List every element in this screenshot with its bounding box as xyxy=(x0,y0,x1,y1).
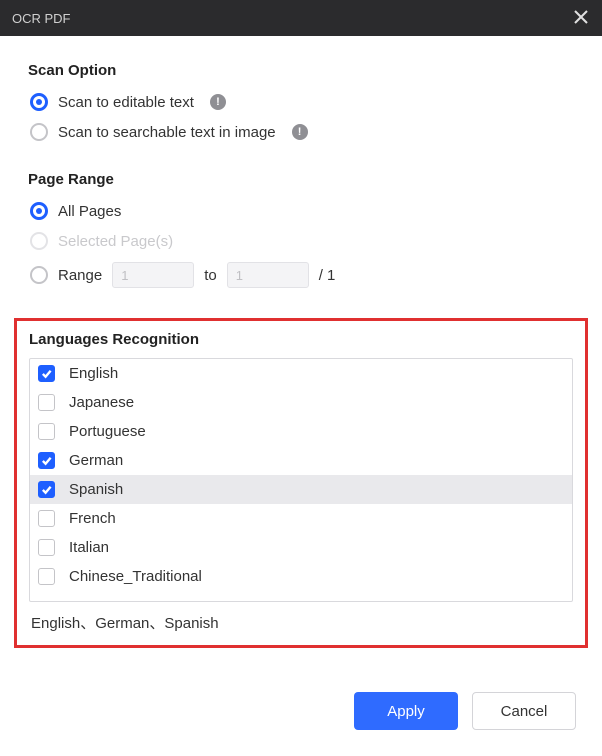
language-label: English xyxy=(69,365,118,382)
range-to-label: to xyxy=(204,267,217,284)
language-label: Spanish xyxy=(69,481,123,498)
cancel-button[interactable]: Cancel xyxy=(472,692,576,730)
page-range-selected-row: Selected Page(s) xyxy=(28,232,574,250)
language-label: Portuguese xyxy=(69,423,146,440)
close-button[interactable] xyxy=(572,9,590,27)
language-checkbox[interactable] xyxy=(38,539,55,556)
close-icon xyxy=(574,10,588,27)
language-row[interactable]: English xyxy=(30,359,572,388)
radio-scan-searchable-label: Scan to searchable text in image xyxy=(58,124,276,141)
page-range-all-row[interactable]: All Pages xyxy=(28,202,574,220)
dialog-content: Scan Option Scan to editable text ! Scan… xyxy=(0,36,602,670)
page-range-title: Page Range xyxy=(28,171,574,188)
apply-button[interactable]: Apply xyxy=(354,692,458,730)
language-checkbox[interactable] xyxy=(38,568,55,585)
language-label: Japanese xyxy=(69,394,134,411)
scan-option-editable-row[interactable]: Scan to editable text ! xyxy=(28,93,574,111)
info-icon[interactable]: ! xyxy=(292,124,308,140)
radio-all-pages-label: All Pages xyxy=(58,203,121,220)
radio-range[interactable] xyxy=(30,266,48,284)
radio-scan-editable-label: Scan to editable text xyxy=(58,94,194,111)
language-checkbox[interactable] xyxy=(38,394,55,411)
languages-listbox[interactable]: English Japanese Portuguese German Spanish Fr… xyxy=(29,358,573,602)
languages-section-highlight: Languages Recognition English Japanese Por… xyxy=(14,318,588,648)
radio-selected-pages-label: Selected Page(s) xyxy=(58,233,173,250)
radio-scan-searchable[interactable] xyxy=(30,123,48,141)
info-icon[interactable]: ! xyxy=(210,94,226,110)
language-label: German xyxy=(69,452,123,469)
language-checkbox[interactable] xyxy=(38,365,55,382)
language-label: Chinese_Traditional xyxy=(69,568,202,585)
language-row[interactable]: Italian xyxy=(30,533,572,562)
language-row[interactable]: German xyxy=(30,446,572,475)
language-row[interactable]: Portuguese xyxy=(30,417,572,446)
scan-option-searchable-row[interactable]: Scan to searchable text in image ! xyxy=(28,123,574,141)
language-checkbox[interactable] xyxy=(38,423,55,440)
range-to-input[interactable] xyxy=(227,262,309,288)
scan-option-title: Scan Option xyxy=(28,62,574,79)
language-row[interactable]: Japanese xyxy=(30,388,572,417)
page-range-custom-row[interactable]: Range to / 1 xyxy=(28,262,574,288)
radio-scan-editable[interactable] xyxy=(30,93,48,111)
languages-summary: English、German、Spanish xyxy=(29,602,573,633)
range-from-input[interactable] xyxy=(112,262,194,288)
language-checkbox[interactable] xyxy=(38,452,55,469)
dialog-title: OCR PDF xyxy=(12,11,71,26)
radio-range-label: Range xyxy=(58,267,102,284)
languages-title: Languages Recognition xyxy=(29,331,573,348)
language-label: Italian xyxy=(69,539,109,556)
radio-selected-pages xyxy=(30,232,48,250)
dialog-footer: Apply Cancel xyxy=(0,670,602,756)
radio-all-pages[interactable] xyxy=(30,202,48,220)
range-total-pages: / 1 xyxy=(319,267,336,284)
language-row[interactable]: Chinese_Traditional xyxy=(30,562,572,591)
cancel-button-label: Cancel xyxy=(501,703,548,720)
apply-button-label: Apply xyxy=(387,703,425,720)
ocr-pdf-dialog: OCR PDF Scan Option Scan to editable tex… xyxy=(0,0,602,756)
language-checkbox[interactable] xyxy=(38,510,55,527)
language-checkbox[interactable] xyxy=(38,481,55,498)
language-label: French xyxy=(69,510,116,527)
language-row[interactable]: French xyxy=(30,504,572,533)
language-row[interactable]: Spanish xyxy=(30,475,572,504)
titlebar: OCR PDF xyxy=(0,0,602,36)
